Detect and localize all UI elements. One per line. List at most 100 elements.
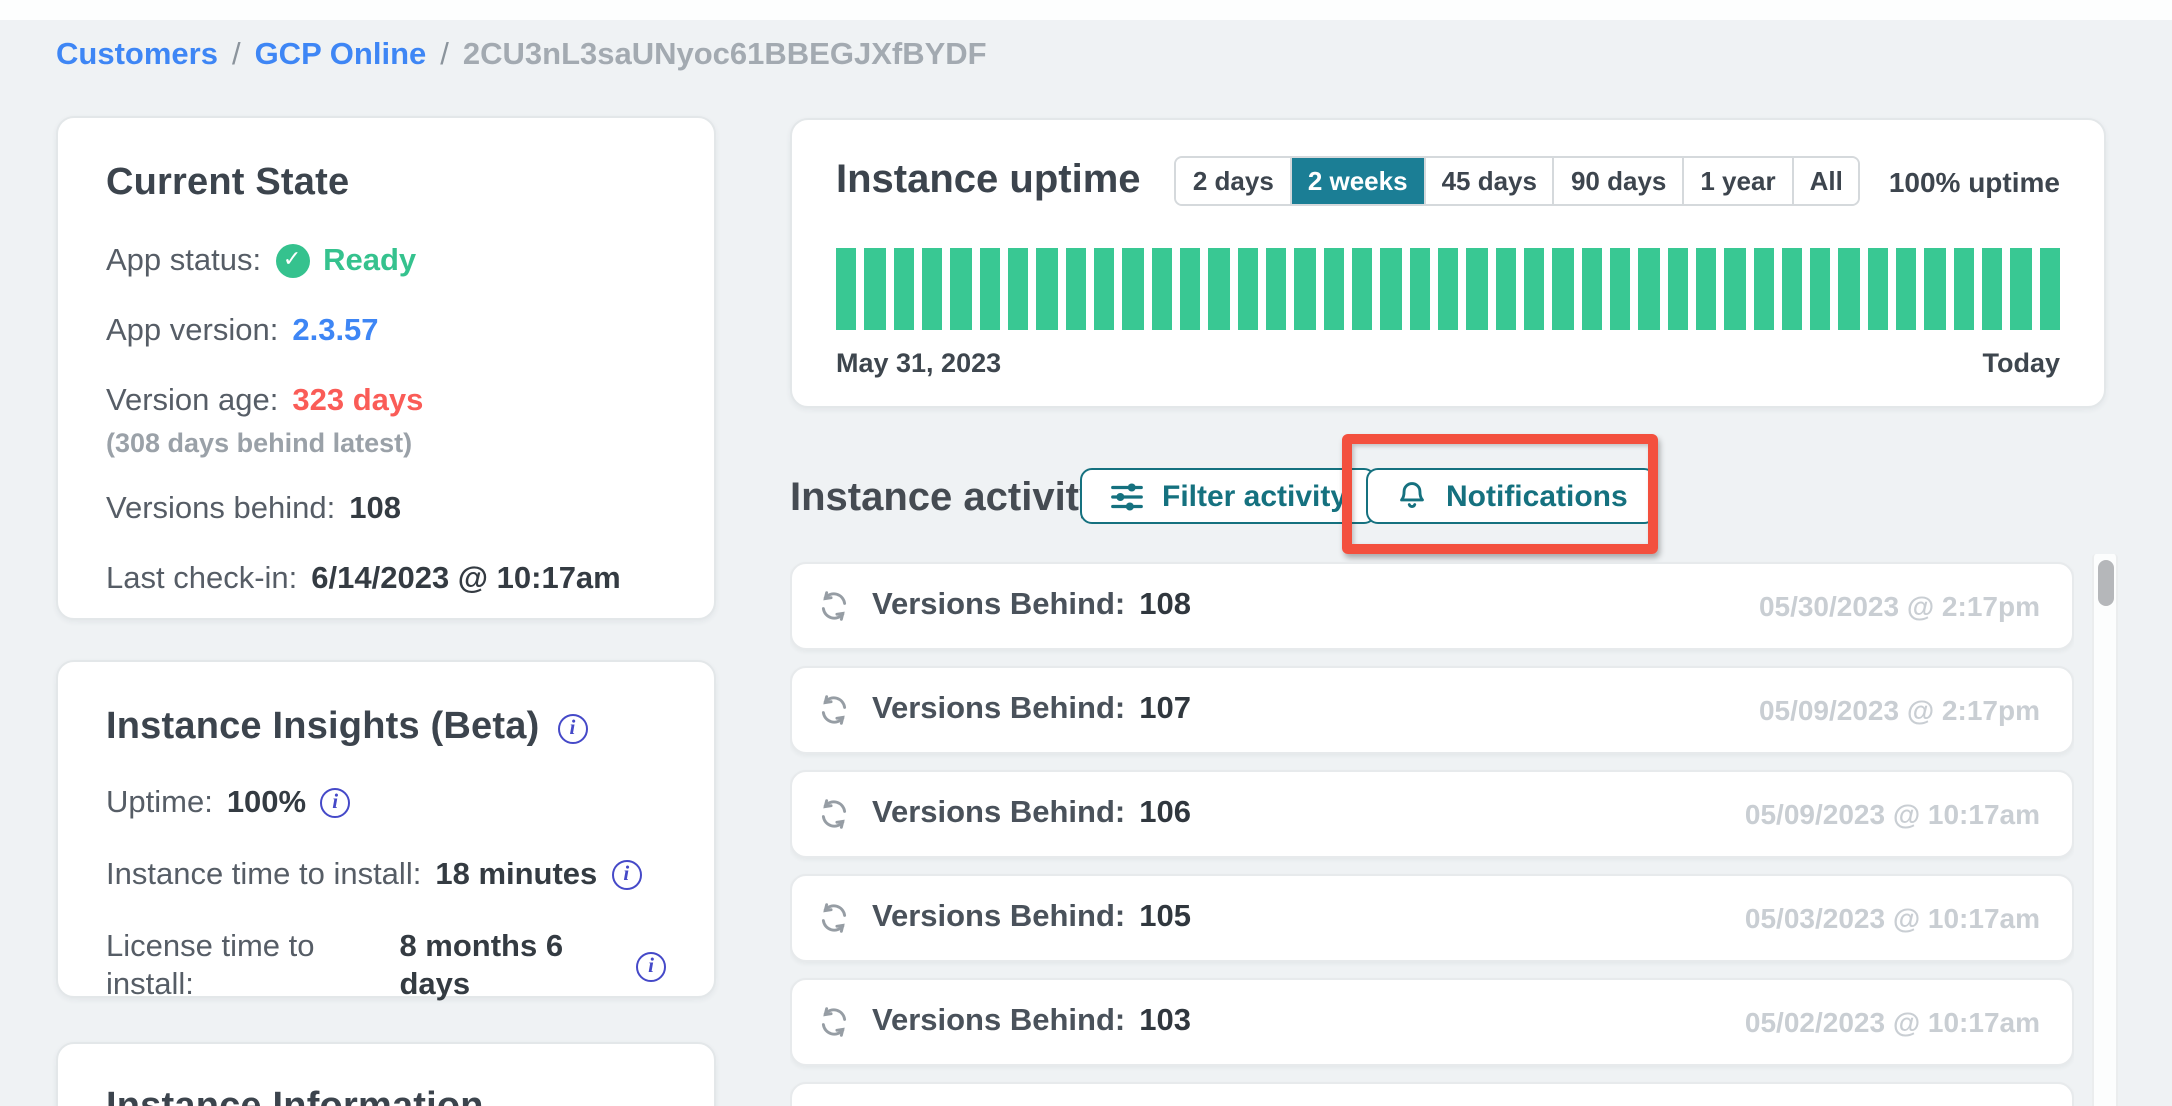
insight-row: Instance time to install:18 minutesi: [106, 856, 666, 894]
breadcrumb-separator: /: [440, 38, 449, 74]
top-strip: [0, 0, 2172, 20]
refresh-icon: [816, 588, 852, 624]
activity-row-value: 106: [1139, 796, 1191, 832]
uptime-start-date: May 31, 2023: [836, 348, 1001, 378]
activity-row-timestamp: 05/09/2023 @ 10:17am: [1745, 798, 2040, 830]
activity-row[interactable]: Versions Behind: 106 05/09/2023 @ 10:17am: [790, 770, 2074, 858]
uptime-bar: [1724, 248, 1745, 330]
info-icon[interactable]: i: [557, 713, 587, 743]
activity-row[interactable]: Versions Behind:10705/09/2023 @ 2:17pm: [790, 666, 2074, 754]
uptime-bar: [1380, 248, 1401, 330]
uptime-bar: [1868, 248, 1889, 330]
uptime-bar: [1151, 248, 1172, 330]
uptime-bar: [2040, 248, 2061, 330]
range-button-1-year[interactable]: 1 year: [1682, 158, 1791, 204]
kv-label: Uptime:: [106, 784, 213, 822]
uptime-bar: [979, 248, 1000, 330]
activity-row-label: Versions Behind:: [872, 692, 1125, 728]
breadcrumb-item-customers[interactable]: Customers: [56, 38, 218, 74]
uptime-bar: [1409, 248, 1430, 330]
activity-row[interactable]: Versions Behind:10805/30/2023 @ 2:17pm: [790, 562, 2074, 650]
range-button-45-days[interactable]: 45 days: [1424, 158, 1553, 204]
info-icon[interactable]: i: [611, 860, 641, 890]
kv-value: 2.3.57: [292, 312, 378, 350]
instance-uptime-card: Instance uptime 2 days2 weeks45 days90 d…: [790, 118, 2106, 408]
activity-row-partial[interactable]: [790, 1082, 2074, 1106]
uptime-bar: [1495, 248, 1516, 330]
activity-row-label: Versions Behind:: [872, 1004, 1125, 1040]
uptime-bar: [1209, 248, 1230, 330]
uptime-bar: [1065, 248, 1086, 330]
range-button-2-weeks[interactable]: 2 weeks: [1290, 158, 1424, 204]
range-button-all[interactable]: All: [1792, 158, 1859, 204]
instance-insights-card: Instance Insights (Beta) i Uptime:100%iI…: [56, 660, 716, 998]
uptime-bar: [1352, 248, 1373, 330]
uptime-bar: [1180, 248, 1201, 330]
activity-row-label: Versions Behind:: [872, 900, 1125, 936]
uptime-bar: [1237, 248, 1258, 330]
instance-activity-title: Instance activity: [790, 476, 1101, 522]
current-state-card: Current State App status:✓ReadyApp versi…: [56, 116, 716, 620]
uptime-bar: [1982, 248, 2003, 330]
activity-scrollbar-thumb[interactable]: [2098, 560, 2114, 606]
uptime-bar: [865, 248, 886, 330]
insight-row: Uptime:100%i: [106, 784, 666, 822]
kv-label: App status:: [106, 242, 261, 280]
uptime-bar-chart: [836, 248, 2060, 330]
uptime-bar: [1610, 248, 1631, 330]
uptime-bar: [1954, 248, 1975, 330]
current-state-title: Current State: [106, 162, 666, 206]
uptime-bar: [1696, 248, 1717, 330]
uptime-bar: [1323, 248, 1344, 330]
kv-value: 108: [349, 490, 401, 528]
kv-label: App version:: [106, 312, 278, 350]
notifications-label: Notifications: [1446, 479, 1628, 513]
kv-value: 18 minutes: [435, 856, 597, 894]
breadcrumb-item-2cu3nl3saunyoc61bbegjxfbydf: 2CU3nL3saUNyoc61BBEGJXfBYDF: [463, 38, 987, 74]
breadcrumb-separator: /: [232, 38, 241, 74]
uptime-bar: [1295, 248, 1316, 330]
current-state-row: App version: 2.3.57: [106, 312, 666, 350]
refresh-icon: [816, 692, 852, 728]
uptime-bar: [893, 248, 914, 330]
uptime-bar: [1753, 248, 1774, 330]
refresh-icon: [816, 900, 852, 936]
uptime-range-group: 2 days2 weeks45 days90 days1 yearAll: [1175, 156, 1861, 206]
activity-row-value: 105: [1139, 900, 1191, 936]
range-button-2-days[interactable]: 2 days: [1177, 158, 1290, 204]
uptime-bar: [1266, 248, 1287, 330]
uptime-bar: [1123, 248, 1144, 330]
sliders-icon: [1108, 477, 1146, 515]
uptime-bar: [1925, 248, 1946, 330]
uptime-bar: [1438, 248, 1459, 330]
activity-row-value: 108: [1139, 588, 1191, 624]
filter-activity-button[interactable]: Filter activity: [1080, 468, 1375, 524]
breadcrumb: Customers / GCP Online / 2CU3nL3saUNyoc61BBE…: [56, 38, 987, 74]
breadcrumb-item-gcp-online[interactable]: GCP Online: [255, 38, 427, 74]
activity-row[interactable]: Versions Behind:10505/03/2023 @ 10:17am: [790, 874, 2074, 962]
notifications-button[interactable]: Notifications: [1366, 468, 1656, 524]
current-state-row: Versions behind:108: [106, 490, 666, 528]
uptime-bar: [2011, 248, 2032, 330]
activity-row-label: Versions Behind:: [872, 796, 1125, 832]
uptime-bar: [1810, 248, 1831, 330]
info-icon[interactable]: i: [320, 788, 350, 818]
uptime-bar: [1581, 248, 1602, 330]
activity-row-value: 107: [1139, 692, 1191, 728]
uptime-bar: [1008, 248, 1029, 330]
uptime-bar: [922, 248, 943, 330]
filter-activity-label: Filter activity: [1162, 479, 1347, 513]
activity-row[interactable]: Versions Behind:10305/02/2023 @ 10:17am: [790, 978, 2074, 1066]
uptime-bar: [951, 248, 972, 330]
range-button-90-days[interactable]: 90 days: [1553, 158, 1682, 204]
activity-scrollbar-track[interactable]: [2092, 554, 2118, 1106]
check-circle-icon: ✓: [275, 244, 309, 278]
activity-row-timestamp: 05/02/2023 @ 10:17am: [1745, 1006, 2040, 1038]
kv-note: (308 days behind latest): [106, 428, 666, 458]
instance-information-card: Instance Information: [56, 1042, 716, 1106]
instance-detail-page: Customers / GCP Online / 2CU3nL3saUNyoc61BBE…: [0, 0, 2172, 1106]
instance-uptime-title: Instance uptime: [836, 158, 1141, 204]
kv-label: Last check-in:: [106, 560, 297, 598]
info-icon[interactable]: i: [636, 951, 666, 981]
refresh-icon: [816, 796, 852, 832]
